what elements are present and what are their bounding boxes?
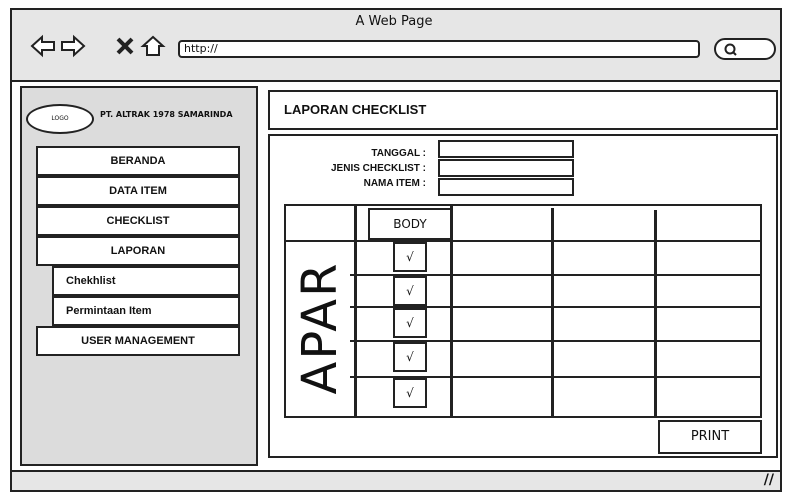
check-cell[interactable]: √ xyxy=(393,378,427,408)
page-title: LAPORAN CHECKLIST xyxy=(268,90,778,130)
back-arrow-icon[interactable] xyxy=(30,34,56,58)
date-field[interactable] xyxy=(438,140,574,158)
resize-grip-icon[interactable]: // xyxy=(764,472,774,488)
table-row-divider xyxy=(286,240,760,242)
item-name-label: NAMA ITEM : xyxy=(363,178,426,189)
check-cell[interactable]: √ xyxy=(393,342,427,372)
search-icon xyxy=(724,43,737,56)
menu-item-checklist[interactable]: CHECKLIST xyxy=(36,206,240,236)
close-icon[interactable] xyxy=(112,34,138,58)
company-logo: LOGO xyxy=(26,104,94,134)
menu-item-data-item[interactable]: DATA ITEM xyxy=(36,176,240,206)
forward-arrow-icon[interactable] xyxy=(60,34,86,58)
column-header-body: BODY xyxy=(368,208,452,240)
window-title: A Web Page xyxy=(355,14,433,29)
check-cell[interactable]: √ xyxy=(393,308,427,338)
table-column-divider xyxy=(654,210,657,416)
home-icon[interactable] xyxy=(140,34,166,58)
table-column-divider xyxy=(354,206,357,416)
submenu-item-chekhlist[interactable]: Chekhlist xyxy=(52,266,240,296)
item-name-field[interactable] xyxy=(438,178,574,196)
checklist-type-label: JENIS CHECKLIST : xyxy=(330,163,426,174)
row-label-apar: APAR xyxy=(290,242,350,414)
table-column-divider xyxy=(551,208,554,416)
check-cell[interactable]: √ xyxy=(393,242,427,272)
menu-item-laporan[interactable]: LAPORAN xyxy=(36,236,240,266)
menu-item-beranda[interactable]: BERANDA xyxy=(36,146,240,176)
status-bar: // xyxy=(12,470,780,490)
submenu-item-permintaan-item[interactable]: Permintaan Item xyxy=(52,296,240,326)
checklist-type-field[interactable] xyxy=(438,159,574,177)
search-button[interactable] xyxy=(714,38,776,60)
check-cell[interactable]: √ xyxy=(393,276,427,306)
row-label-apar-text: APAR xyxy=(292,261,348,395)
url-input[interactable]: http:// xyxy=(178,40,700,58)
print-button[interactable]: PRINT xyxy=(658,420,762,454)
company-name: PT. ALTRAK 1978 SAMARINDA xyxy=(100,110,233,119)
date-label: TANGGAL : xyxy=(371,148,426,159)
menu-item-user-management[interactable]: USER MANAGEMENT xyxy=(36,326,240,356)
